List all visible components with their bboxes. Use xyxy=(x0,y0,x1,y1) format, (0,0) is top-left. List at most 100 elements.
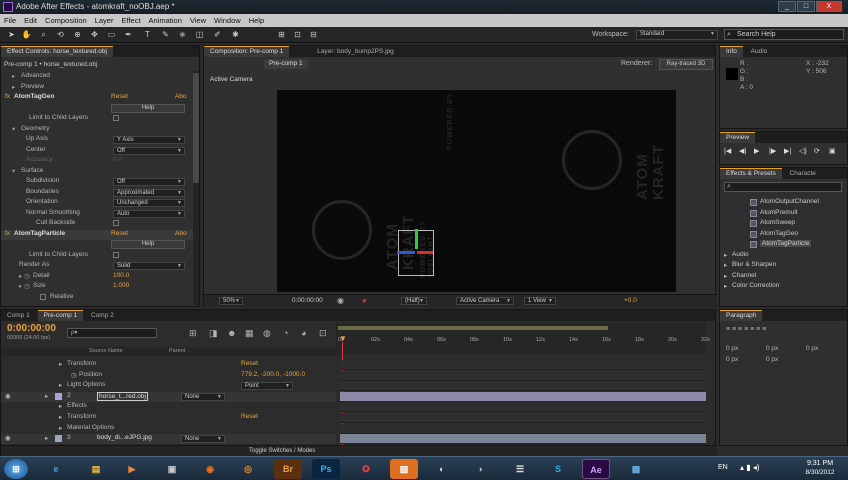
internet-explorer-icon[interactable]: e xyxy=(42,459,70,479)
space-after-field[interactable]: 0 px xyxy=(766,356,778,366)
twirl-icon[interactable]: ▾ xyxy=(12,167,15,175)
property-track[interactable] xyxy=(340,423,706,434)
pen-tool-icon[interactable]: ✒ xyxy=(123,29,134,40)
tab-comp-1[interactable]: Comp 1 xyxy=(1,311,36,322)
app-icon-4[interactable]: ◑ xyxy=(466,459,494,479)
preview-control-button[interactable]: ⟳ xyxy=(814,147,820,155)
parent-dropdown[interactable]: None xyxy=(181,392,225,401)
timeline-layer-row[interactable]: ◉ ▸ 2 horse_t...red.obj None xyxy=(1,391,336,402)
photoshop-icon[interactable]: Ps xyxy=(312,459,340,479)
layer-bounding-box[interactable] xyxy=(397,229,434,276)
reset-link[interactable]: Reset xyxy=(241,360,258,367)
time-ruler[interactable]: 0s 02s 04s 06s 08s 10s 12s 14s 16s 18s 20s 22s xyxy=(336,323,710,355)
preview-control-button[interactable]: ◀| xyxy=(739,147,746,155)
pan-behind-tool-icon[interactable]: ✥ xyxy=(89,29,100,40)
menu-layer[interactable]: Layer xyxy=(91,14,118,27)
graph-editor-icon[interactable]: ◔ xyxy=(283,328,288,338)
world-axis-icon[interactable]: ⊡ xyxy=(292,29,303,40)
twirl-icon[interactable]: ▸ ◷ xyxy=(19,282,30,290)
param-value[interactable]: 1.000 xyxy=(113,282,129,289)
twirl-icon[interactable]: ▸ ◷ xyxy=(19,272,30,280)
view-layout-dropdown[interactable]: 1 View xyxy=(524,297,556,305)
exposure-value[interactable]: +0.0 xyxy=(624,297,637,304)
param-dropdown[interactable]: Approximated xyxy=(113,188,185,197)
param-value[interactable]: 100.0 xyxy=(113,272,129,279)
help-button[interactable]: Help xyxy=(111,240,185,249)
view-axis-icon[interactable]: ⊟ xyxy=(308,29,319,40)
effect-list-item[interactable]: AtomSweep xyxy=(722,219,844,229)
work-area-bar[interactable] xyxy=(338,326,608,330)
tray-icons[interactable]: ▴ ▮ ◂) xyxy=(740,463,760,472)
param-dropdown[interactable]: Auto xyxy=(113,209,185,218)
tab-pre-comp-1[interactable]: Pre-comp 1 xyxy=(37,310,84,321)
menu-help[interactable]: Help xyxy=(245,14,268,27)
app-icon-3[interactable]: ◐ xyxy=(428,459,456,479)
property-track[interactable] xyxy=(340,370,706,381)
menu-window[interactable]: Window xyxy=(210,14,245,27)
preview-control-button[interactable]: ◁) xyxy=(799,147,807,155)
tab-paragraph[interactable]: Paragraph xyxy=(720,310,763,321)
bridge-icon[interactable]: Br xyxy=(274,459,302,479)
property-track[interactable] xyxy=(340,381,706,392)
app-icon-2[interactable]: ▨ xyxy=(390,459,418,479)
checkbox[interactable] xyxy=(40,293,46,300)
tab-layer[interactable]: Layer: body_bump2PS.jpg xyxy=(311,47,400,58)
composition-viewer[interactable]: ATOM KRAFT POWERED BY 3DELIGHT ATOM KRAF… xyxy=(277,90,676,292)
twirl-icon[interactable]: ▸ xyxy=(59,402,62,410)
twirl-icon[interactable]: ▸ xyxy=(45,434,48,442)
clock-date[interactable]: 8/30/2012 xyxy=(800,469,840,476)
label-color-swatch[interactable] xyxy=(55,392,62,400)
selection-tool-icon[interactable]: ➤ xyxy=(6,29,17,40)
channel-icon[interactable]: ● xyxy=(362,296,367,305)
effect-list-item[interactable]: ▸ Blur & Sharpen xyxy=(722,261,844,271)
tab-composition[interactable]: Composition: Pre-comp 1 xyxy=(204,46,290,57)
toggle-switches-modes-button[interactable]: Toggle Switches / Modes xyxy=(249,448,315,454)
menu-edit[interactable]: Edit xyxy=(20,14,41,27)
tab-effect-controls[interactable]: Effect Controls: horse_textured.obj xyxy=(1,46,113,57)
indent-right-field[interactable]: 0 px xyxy=(766,345,778,355)
rotate-tool-icon[interactable]: ⟲ xyxy=(55,29,66,40)
y-axis-arrow[interactable] xyxy=(415,229,418,249)
language-indicator[interactable]: EN xyxy=(718,464,728,471)
tab-audio[interactable]: Audio xyxy=(745,47,774,58)
timeline-layer-row[interactable]: ◉ ▸ 3 body_di...eJPG.jpg None xyxy=(1,434,336,445)
param-value[interactable]: 0.0 xyxy=(113,156,122,163)
skype-icon[interactable]: S xyxy=(544,459,572,479)
effect-list-item[interactable]: AtomTagParticle xyxy=(722,240,844,250)
reset-link[interactable]: Reset xyxy=(111,93,128,100)
twirl-icon[interactable]: ▸ xyxy=(12,72,15,80)
space-before-field[interactable]: 0 px xyxy=(726,356,738,366)
type-tool-icon[interactable]: T xyxy=(142,29,153,40)
after-effects-taskbar-icon[interactable]: Ae xyxy=(582,459,610,479)
effect-list-item[interactable]: ▸ Color Correction xyxy=(722,282,844,292)
timeline-property-row[interactable]: ▸ Effects xyxy=(1,402,336,412)
effect-list-item[interactable]: ▸ Audio xyxy=(722,251,844,261)
fx-icon[interactable]: fx xyxy=(5,93,10,100)
parent-dropdown[interactable]: None xyxy=(181,435,225,444)
stopwatch-icon[interactable]: ◷ xyxy=(71,371,77,379)
zoom-tool-icon[interactable]: ⌕ xyxy=(38,29,49,40)
start-button-icon[interactable]: ⊞ xyxy=(4,459,28,479)
renderer-button[interactable]: Ray-traced 3D xyxy=(659,59,713,70)
about-link[interactable]: Abo xyxy=(175,93,187,100)
timeline-timecode[interactable]: 0:00:00:00 xyxy=(7,323,56,334)
indent-first-field[interactable]: 0 px xyxy=(806,345,818,355)
menu-composition[interactable]: Composition xyxy=(41,14,91,27)
source-name-header[interactable]: Source Name xyxy=(89,348,123,354)
timeline-property-row[interactable]: ◷ Position 779.2, -200.0, -1000.0 xyxy=(1,371,336,381)
twirl-icon[interactable]: ▸ xyxy=(59,360,62,368)
clone-stamp-tool-icon[interactable]: ⎈ xyxy=(177,29,188,40)
param-dropdown[interactable]: Unchanged xyxy=(113,199,185,207)
firefox-icon[interactable]: ◉ xyxy=(196,459,224,479)
twirl-icon[interactable]: ▸ xyxy=(59,424,62,432)
expand-arrow-icon[interactable]: ▸ xyxy=(724,251,727,259)
brush-tool-icon[interactable]: ✎ xyxy=(160,29,171,40)
effect-list-item[interactable]: ▸ Channel xyxy=(722,272,844,282)
twirl-icon[interactable]: ▸ xyxy=(59,413,62,421)
effects-search-input[interactable]: ⌕ xyxy=(724,182,842,192)
layer-name[interactable]: horse_t...red.obj xyxy=(97,391,148,401)
menu-effect[interactable]: Effect xyxy=(117,14,144,27)
hide-shy-layers-icon[interactable]: ☻ xyxy=(227,328,236,338)
layer-name[interactable]: body_di...eJPG.jpg xyxy=(97,434,152,441)
twirl-icon[interactable]: ▾ xyxy=(12,125,15,133)
